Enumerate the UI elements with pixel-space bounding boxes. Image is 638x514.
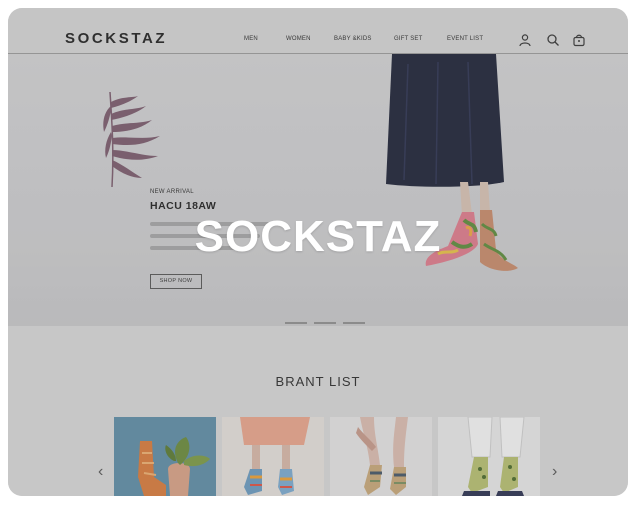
website-preview-frame: SOCKSTAZ MEN WOMEN BABY &KIDS GIFT SET E… (8, 8, 628, 496)
nav-item-event-list[interactable]: EVENT LIST (447, 36, 483, 42)
hero-model-image (386, 54, 518, 271)
nav-item-women[interactable]: WOMEN (286, 36, 311, 42)
brand-tile-image (114, 417, 216, 496)
carousel-next-arrow-icon[interactable]: › (552, 463, 557, 481)
hero-background (8, 54, 628, 326)
brand-tile[interactable] (438, 417, 540, 496)
brand-tile[interactable] (222, 417, 324, 496)
slide-indicator[interactable] (285, 322, 307, 324)
nav-item-baby-kids[interactable]: BABY &KIDS (334, 36, 372, 42)
brand-tile[interactable] (114, 417, 216, 496)
user-icon[interactable] (518, 33, 532, 47)
hero-collection-title: HACU 18AW (150, 200, 217, 212)
brand-tile-image (438, 417, 540, 496)
brand-list-section: BRANT LIST ‹ › (8, 326, 628, 496)
nav-item-men[interactable]: MEN (244, 36, 258, 42)
slide-indicator[interactable] (314, 322, 336, 324)
site-logo[interactable]: SOCKSTAZ (65, 30, 167, 47)
carousel-prev-arrow-icon[interactable]: ‹ (98, 463, 103, 481)
site-header: SOCKSTAZ MEN WOMEN BABY &KIDS GIFT SET E… (8, 8, 628, 54)
brand-tile-image (330, 417, 432, 496)
bag-icon[interactable] (572, 33, 586, 47)
brand-tile-image (222, 417, 324, 496)
brand-overlay-title-top: SOCKSTAZ (194, 212, 442, 261)
shop-now-button[interactable]: SHOP NOW (150, 274, 202, 289)
hero-banner: NEW ARRIVAL HACU 18AW SHOP NOW SOCKSTAZ (8, 54, 628, 326)
search-icon[interactable] (546, 33, 560, 47)
hero-arrival-label: NEW ARRIVAL (150, 189, 194, 195)
slide-indicator[interactable] (343, 322, 365, 324)
brand-list-title: BRANT LIST (275, 374, 361, 389)
leaf-decoration-icon (103, 92, 160, 188)
nav-item-gift-set[interactable]: GIFT SET (394, 36, 423, 42)
brand-tile[interactable] (330, 417, 432, 496)
